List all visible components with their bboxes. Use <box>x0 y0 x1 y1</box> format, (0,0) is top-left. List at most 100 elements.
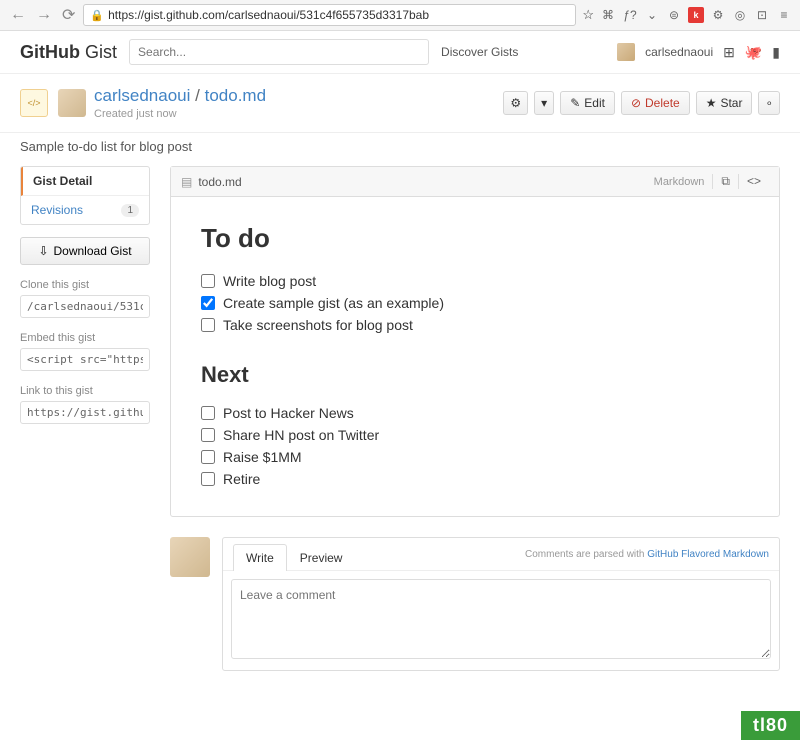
ext-icon[interactable]: ⊡ <box>754 7 770 23</box>
url-text: https://gist.github.com/carlsednaoui/531… <box>108 8 429 22</box>
commenter-avatar <box>170 537 210 577</box>
logo-bold: GitHub <box>20 42 80 62</box>
clone-section: Clone this gist <box>20 279 150 318</box>
search-input[interactable] <box>129 39 429 65</box>
link-input[interactable] <box>20 401 150 424</box>
ext-icon[interactable]: ⌘ <box>600 7 616 23</box>
owner-avatar[interactable] <box>58 89 86 117</box>
task-checkbox[interactable] <box>201 450 215 464</box>
watermark: tl80 <box>741 711 800 740</box>
settings-dropdown[interactable]: ▾ <box>534 91 554 115</box>
task-checkbox[interactable] <box>201 428 215 442</box>
tab-preview[interactable]: Preview <box>287 544 356 571</box>
ext-icon[interactable]: k <box>688 7 704 23</box>
search-box <box>129 39 429 65</box>
sidebar-revisions-label: Revisions <box>31 203 83 217</box>
task-checkbox[interactable] <box>201 472 215 486</box>
delete-button[interactable]: ⊘Delete <box>621 91 690 115</box>
comment-input-wrapper <box>231 579 771 662</box>
gist-header: </> carlsednaoui / todo.md Created just … <box>0 74 800 133</box>
edit-button[interactable]: ✎ Edit <box>560 91 615 115</box>
task-item: Retire <box>201 468 749 490</box>
revisions-count-badge: 1 <box>121 204 139 217</box>
github-icon[interactable]: 🐙 <box>745 44 762 61</box>
forward-button[interactable]: → <box>34 6 54 24</box>
file-name: todo.md <box>198 175 241 189</box>
link-section: Link to this gist <box>20 385 150 424</box>
clone-input[interactable] <box>20 295 150 318</box>
link-label: Link to this gist <box>20 385 150 397</box>
heading-todo: To do <box>201 223 749 254</box>
gist-type-icon: </> <box>20 89 48 117</box>
lock-icon: 🔒 <box>90 9 104 22</box>
gist-name-link[interactable]: todo.md <box>205 86 266 105</box>
back-button[interactable]: ← <box>8 6 28 24</box>
ext-icon[interactable]: ⚙ <box>710 7 726 23</box>
download-icon: ⇩ <box>38 244 48 258</box>
username-link[interactable]: carlsednaoui <box>645 45 713 59</box>
header-user-area: carlsednaoui ⊞ 🐙 ▮ <box>617 43 780 61</box>
ext-icon[interactable]: ◎ <box>732 7 748 23</box>
raw-icon[interactable]: <> <box>738 174 769 189</box>
ext-icon[interactable]: ⊜ <box>666 7 682 23</box>
task-checkbox[interactable] <box>201 406 215 420</box>
owner-link[interactable]: carlsednaoui <box>94 86 190 105</box>
new-gist-icon[interactable]: ⊞ <box>723 44 735 61</box>
file-icon: ▤ <box>181 175 192 189</box>
next-list: Post to Hacker News Share HN post on Twit… <box>201 402 749 490</box>
permalink-icon[interactable]: ⧉ <box>712 174 738 189</box>
notifications-icon[interactable]: ▮ <box>772 44 780 61</box>
bookmark-star-icon[interactable]: ☆ <box>582 7 594 23</box>
task-label: Post to Hacker News <box>223 405 354 421</box>
ext-icon[interactable]: ƒ? <box>622 7 638 23</box>
file-header: ▤ todo.md Markdown ⧉ <> <box>171 167 779 197</box>
file-language: Markdown <box>654 176 705 188</box>
task-label: Share HN post on Twitter <box>223 427 379 443</box>
discover-gists-link[interactable]: Discover Gists <box>441 45 518 59</box>
task-checkbox[interactable] <box>201 318 215 332</box>
comment-textarea[interactable] <box>231 579 771 659</box>
dot-icon: ∘ <box>765 96 773 110</box>
embed-section: Embed this gist <box>20 332 150 371</box>
delete-icon: ⊘ <box>631 96 641 110</box>
task-item: Write blog post <box>201 270 749 292</box>
sidebar-item-detail[interactable]: Gist Detail <box>21 167 149 196</box>
address-bar[interactable]: 🔒 https://gist.github.com/carlsednaoui/5… <box>83 4 576 26</box>
gfm-link[interactable]: GitHub Flavored Markdown <box>647 549 769 560</box>
browser-toolbar: ← → ⟳ 🔒 https://gist.github.com/carlsedn… <box>0 0 800 31</box>
menu-icon[interactable]: ≡ <box>776 7 792 23</box>
download-gist-button[interactable]: ⇩ Download Gist <box>20 237 150 265</box>
pencil-icon: ✎ <box>570 96 580 110</box>
reload-button[interactable]: ⟳ <box>60 5 77 25</box>
download-label: Download Gist <box>54 244 132 258</box>
main-content: ▤ todo.md Markdown ⧉ <> To do Write blog… <box>170 166 780 671</box>
todo-list: Write blog postCreate sample gist (as an… <box>201 270 749 336</box>
settings-button[interactable]: ⚙ <box>503 91 528 115</box>
file-body: To do Write blog postCreate sample gist … <box>171 197 779 516</box>
task-checkbox[interactable] <box>201 274 215 288</box>
more-button[interactable]: ∘ <box>758 91 780 115</box>
heading-next: Next <box>201 362 749 388</box>
task-label: Take screenshots for blog post <box>223 317 413 333</box>
task-item: Post to Hacker News <box>201 402 749 424</box>
sidebar-item-revisions[interactable]: Revisions 1 <box>21 196 149 224</box>
user-avatar[interactable] <box>617 43 635 61</box>
tab-write[interactable]: Write <box>233 544 287 571</box>
gear-icon: ⚙ <box>510 96 521 110</box>
star-icon: ★ <box>706 96 717 110</box>
gist-title: carlsednaoui / todo.md <box>94 86 266 106</box>
logo-light: Gist <box>85 42 117 62</box>
task-checkbox[interactable] <box>201 296 215 310</box>
sidebar: Gist Detail Revisions 1 ⇩ Download Gist … <box>20 166 150 671</box>
task-item: Create sample gist (as an example) <box>201 292 749 314</box>
title-separator: / <box>195 86 200 105</box>
edit-label: Edit <box>584 96 605 110</box>
star-button[interactable]: ★Star <box>696 91 753 115</box>
gist-description: Sample to-do list for blog post <box>0 133 800 154</box>
task-item: Share HN post on Twitter <box>201 424 749 446</box>
task-item: Raise $1MM <box>201 446 749 468</box>
logo[interactable]: GitHub Gist <box>20 42 117 63</box>
comment-tabs: Write Preview Comments are parsed with G… <box>223 538 779 571</box>
embed-input[interactable] <box>20 348 150 371</box>
ext-icon[interactable]: ⌄ <box>644 7 660 23</box>
